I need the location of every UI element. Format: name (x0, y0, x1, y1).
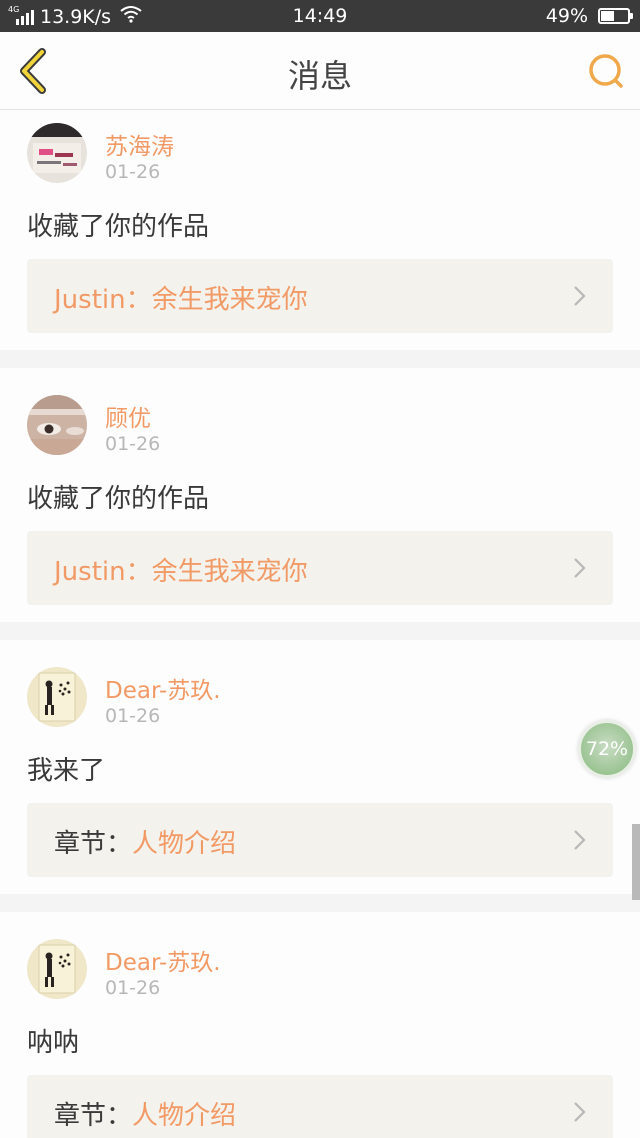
message-card: Dear-苏玖. 01-26 我来了 章节：人物介绍 (0, 640, 640, 894)
username[interactable]: 顾优 (105, 399, 151, 433)
scrollbar-thumb[interactable] (632, 824, 640, 900)
work-reference-link[interactable]: Justin：余生我来宠你 (27, 259, 613, 333)
avatar[interactable] (27, 123, 87, 183)
message-text: 收藏了你的作品 (27, 484, 210, 514)
search-icon (589, 54, 623, 88)
battery-fill (601, 11, 614, 21)
reference-text: Justin：余生我来宠你 (54, 279, 308, 316)
avatar[interactable] (27, 667, 87, 727)
reference-prefix: 章节： (54, 1101, 133, 1131)
username[interactable]: Dear-苏玖. (105, 671, 221, 705)
message-card: 苏海涛 01-26 收藏了你的作品 Justin：余生我来宠你 (0, 110, 640, 350)
search-button[interactable] (586, 52, 626, 92)
username[interactable]: Dear-苏玖. (105, 943, 221, 977)
message-text: 收藏了你的作品 (27, 212, 210, 242)
message-date: 01-26 (105, 977, 161, 999)
chevron-right-icon (574, 1102, 586, 1122)
battery-percent: 49% (545, 5, 588, 27)
reference-text: Justin：余生我来宠你 (54, 551, 308, 588)
reference-text: 章节：人物介绍 (54, 1095, 236, 1132)
floating-speed-ball[interactable]: 72% (578, 720, 636, 778)
chevron-right-icon (574, 286, 586, 306)
reference-title: 人物介绍 (132, 829, 237, 859)
clock: 14:49 (292, 5, 348, 27)
chapter-reference-link[interactable]: 章节：人物介绍 (27, 1075, 613, 1138)
chapter-reference-link[interactable]: 章节：人物介绍 (27, 803, 613, 877)
reference-text: 章节：人物介绍 (54, 823, 236, 860)
page-title: 消息 (287, 57, 352, 95)
status-bar: 4G 13.9K/s 14:49 49% (0, 0, 640, 32)
chevron-right-icon (574, 558, 586, 578)
message-date: 01-26 (105, 705, 161, 727)
reference-prefix: 章节： (54, 829, 133, 859)
app-header: 消息 (0, 32, 640, 110)
reference-title: 人物介绍 (132, 1101, 237, 1131)
avatar[interactable] (27, 395, 87, 455)
message-text: 呐呐 (27, 1028, 80, 1058)
message-date: 01-26 (105, 433, 161, 455)
battery-icon (598, 8, 633, 24)
reference-title: Justin：余生我来宠你 (54, 285, 308, 315)
message-text: 我来了 (27, 756, 106, 786)
chevron-right-icon (574, 830, 586, 850)
screen: 4G 13.9K/s 14:49 49% 消息 苏海涛 01-26 收藏了你的作… (0, 0, 640, 1138)
message-card: Dear-苏玖. 01-26 呐呐 章节：人物介绍 (0, 912, 640, 1138)
status-right: 49% (545, 5, 633, 27)
work-reference-link[interactable]: Justin：余生我来宠你 (27, 531, 613, 605)
username[interactable]: 苏海涛 (105, 127, 174, 161)
avatar[interactable] (27, 939, 87, 999)
reference-title: Justin：余生我来宠你 (54, 557, 308, 587)
message-list: 苏海涛 01-26 收藏了你的作品 Justin：余生我来宠你 顾优 01-26… (0, 110, 640, 1138)
message-date: 01-26 (105, 161, 161, 183)
message-card: 顾优 01-26 收藏了你的作品 Justin：余生我来宠你 (0, 368, 640, 622)
